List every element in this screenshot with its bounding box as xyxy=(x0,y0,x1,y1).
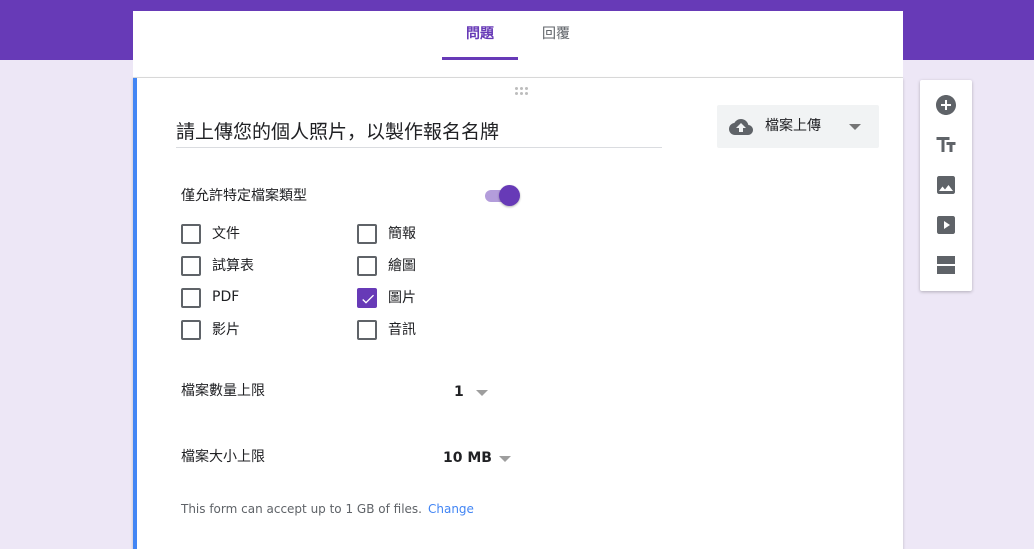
checkbox-label-pdf: PDF xyxy=(212,289,240,305)
chevron-down-icon xyxy=(499,456,511,462)
question-title-input[interactable]: 請上傳您的個人照片，以製作報名名牌 xyxy=(176,118,662,148)
chevron-down-icon xyxy=(476,390,488,396)
chevron-down-icon xyxy=(849,124,861,130)
header-tabs-card: 問題 回覆 xyxy=(133,11,903,60)
checkbox-label-video: 影片 xyxy=(212,322,240,338)
change-storage-link[interactable]: Change xyxy=(428,502,474,516)
question-card[interactable]: 請上傳您的個人照片，以製作報名名牌 檔案上傳 僅允許特定檔案類型 文件 試算表 … xyxy=(133,78,903,549)
checkbox-spreadsheet[interactable] xyxy=(181,256,201,276)
storage-note-text: This form can accept up to 1 GB of files… xyxy=(181,502,422,516)
checkbox-document[interactable] xyxy=(181,224,201,244)
tab-responses[interactable]: 回覆 xyxy=(527,11,585,60)
question-type-label: 檔案上傳 xyxy=(765,118,821,134)
max-size-value: 10 MB xyxy=(443,450,492,466)
checkbox-image[interactable] xyxy=(357,288,377,308)
check-icon xyxy=(362,294,374,304)
max-files-dropdown[interactable]: 1 xyxy=(454,380,494,404)
max-files-label: 檔案數量上限 xyxy=(181,383,265,399)
checkbox-video[interactable] xyxy=(181,320,201,340)
tab-questions[interactable]: 問題 xyxy=(442,11,518,60)
checkbox-label-audio: 音訊 xyxy=(388,322,416,338)
toggle-knob xyxy=(499,185,520,206)
previous-card-edge xyxy=(133,60,903,78)
checkbox-label-document: 文件 xyxy=(212,226,240,242)
file-type-restriction-toggle[interactable] xyxy=(483,185,521,207)
drag-handle-icon[interactable] xyxy=(514,86,530,96)
checkbox-label-image: 圖片 xyxy=(388,290,416,306)
checkbox-presentation[interactable] xyxy=(357,224,377,244)
max-size-label: 檔案大小上限 xyxy=(181,449,265,465)
checkbox-drawing[interactable] xyxy=(357,256,377,276)
question-type-dropdown[interactable]: 檔案上傳 xyxy=(717,105,879,148)
cloud-upload-icon xyxy=(729,119,753,135)
side-toolbar xyxy=(920,80,972,291)
checkbox-label-spreadsheet: 試算表 xyxy=(212,258,254,274)
checkbox-label-drawing: 繪圖 xyxy=(388,258,416,274)
section-icon[interactable] xyxy=(934,253,958,277)
video-icon[interactable] xyxy=(934,213,958,237)
checkbox-pdf[interactable] xyxy=(181,288,201,308)
file-type-restriction-label: 僅允許特定檔案類型 xyxy=(181,188,307,204)
add-question-icon[interactable] xyxy=(934,93,958,117)
max-size-dropdown[interactable]: 10 MB xyxy=(443,446,523,470)
checkbox-audio[interactable] xyxy=(357,320,377,340)
title-text-icon[interactable] xyxy=(934,133,958,157)
image-icon[interactable] xyxy=(934,173,958,197)
max-files-value: 1 xyxy=(454,384,464,400)
checkbox-label-presentation: 簡報 xyxy=(388,226,416,242)
storage-note: This form can accept up to 1 GB of files… xyxy=(181,500,474,518)
